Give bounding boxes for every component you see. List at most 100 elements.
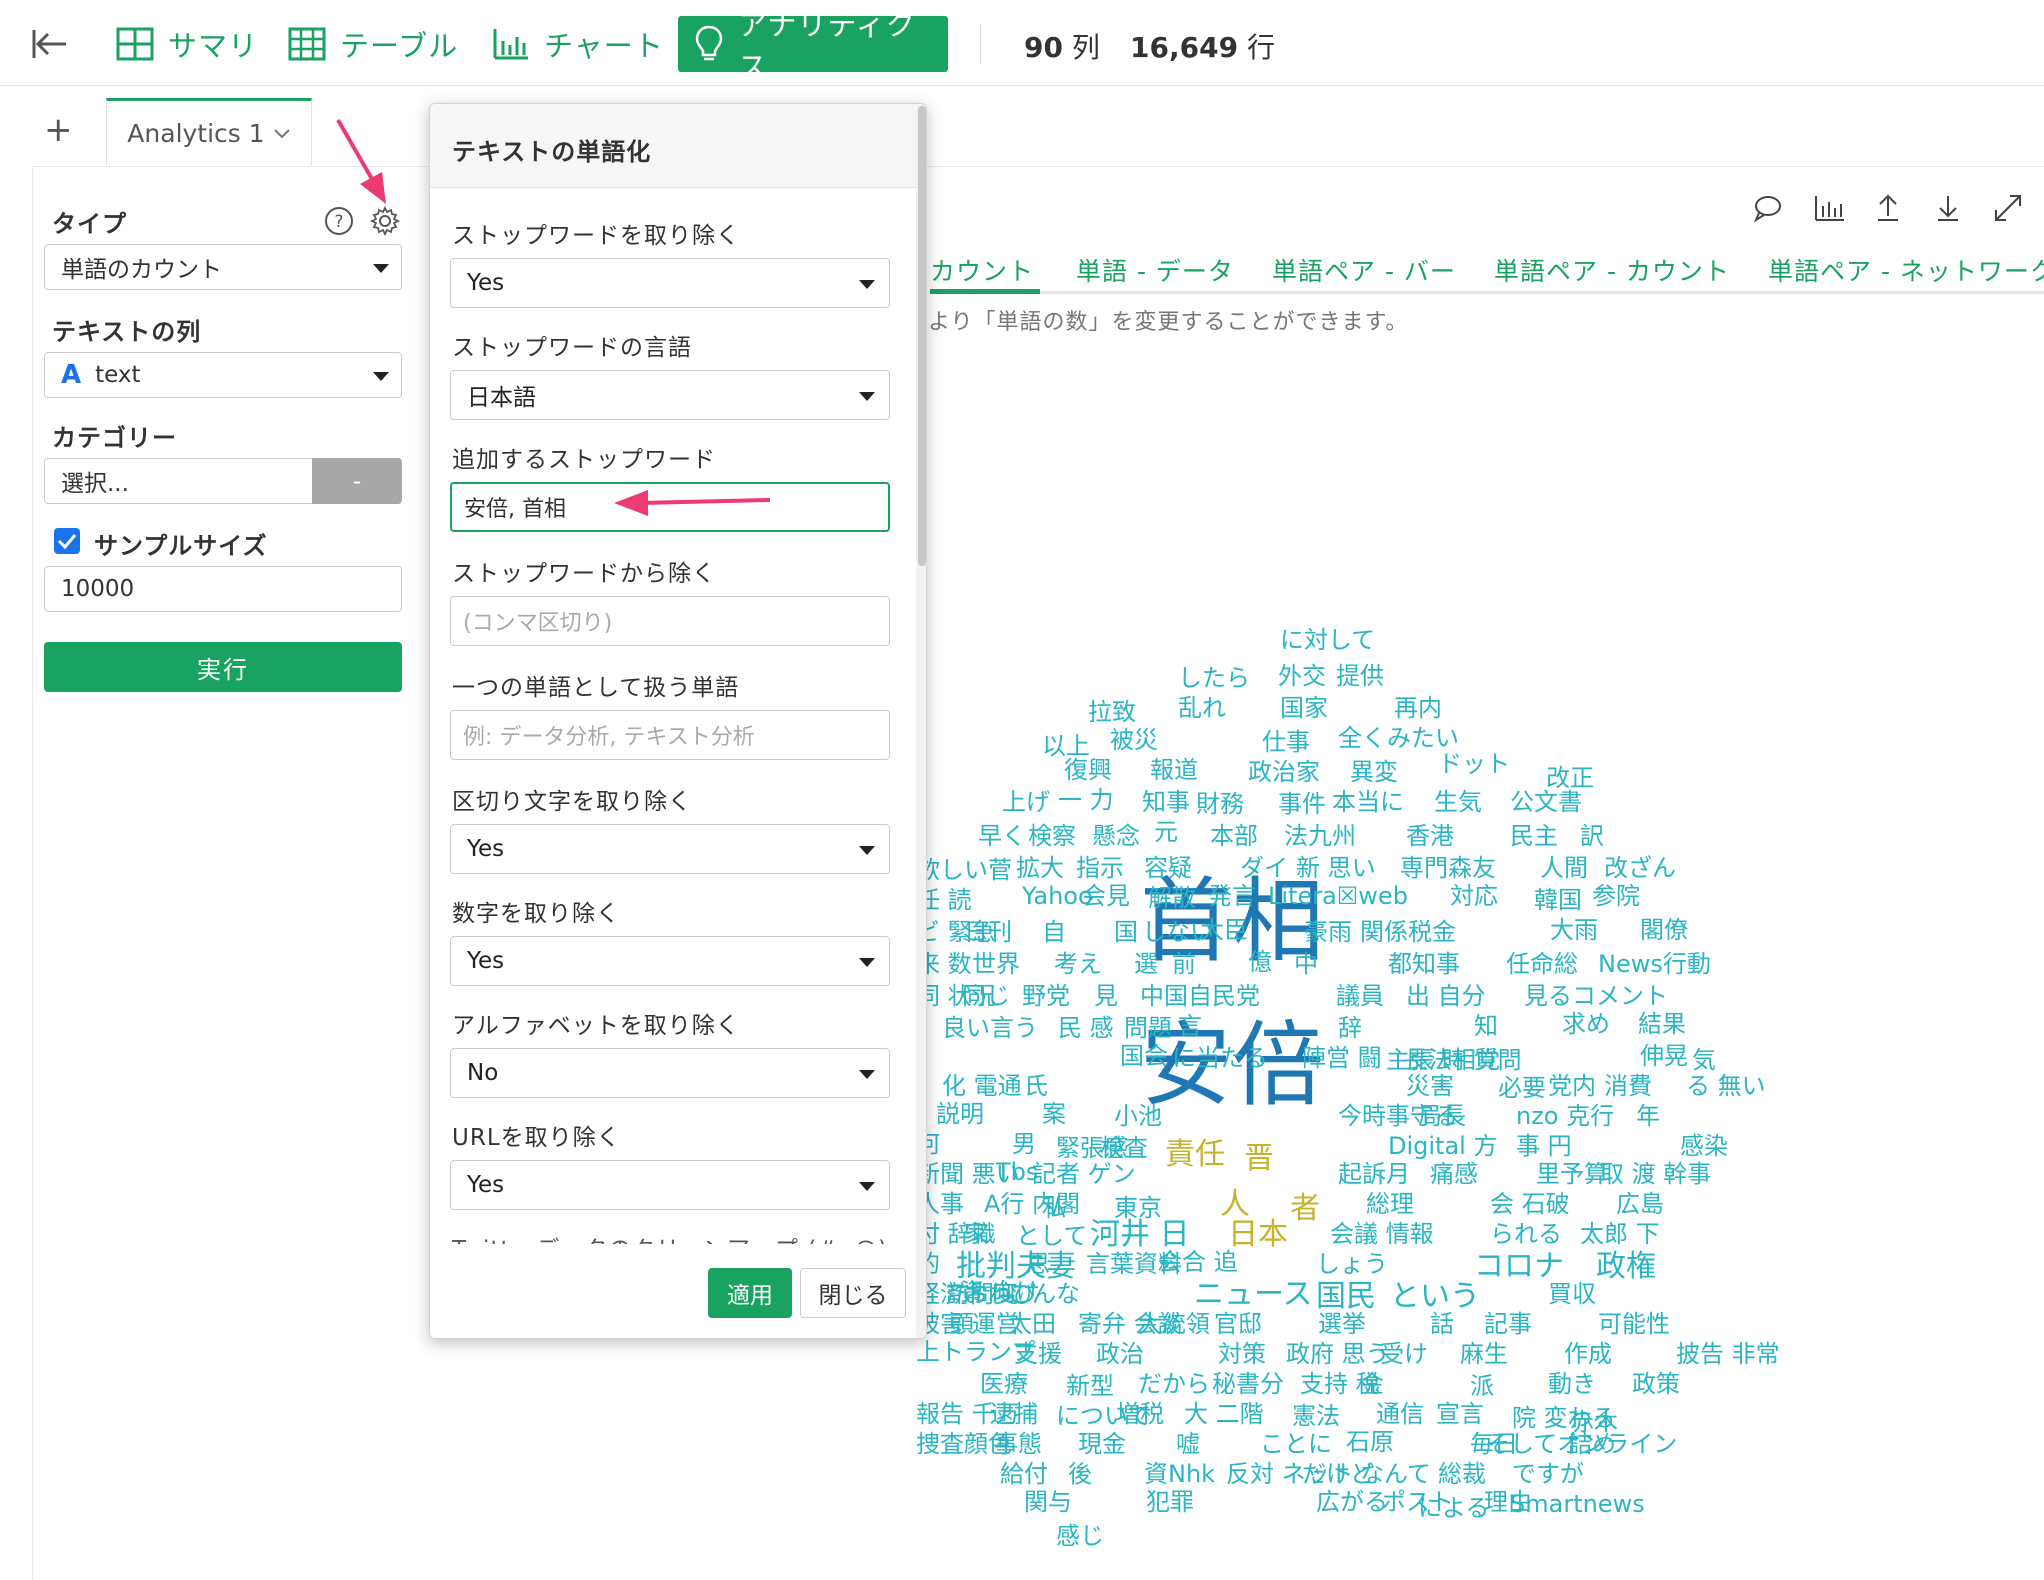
cloud-word: 早く (978, 822, 1026, 850)
tab-word-data[interactable]: 単語 - データ (1076, 252, 1234, 288)
caret-down-icon (859, 280, 875, 289)
caret-down-icon (859, 846, 875, 855)
nav-table-button[interactable]: テーブル (272, 16, 474, 72)
cloud-word: 憲法 (1292, 1402, 1340, 1430)
cloud-word: 総裁 (1438, 1460, 1486, 1488)
tab-word-pair-bar[interactable]: 単語ペア - バー (1272, 252, 1456, 288)
cloud-word: 拡大 (1016, 854, 1064, 882)
cloud-word: 家 (964, 1220, 988, 1248)
cloud-word: ドット (1438, 750, 1510, 778)
cloud-word: 億 (1248, 948, 1272, 976)
cloud-word: 主張 (1386, 1046, 1434, 1074)
cloud-word: だから (1138, 1370, 1210, 1398)
cloud-word: 男 (1012, 1130, 1036, 1158)
cloud-word: 大臣 (1200, 916, 1248, 944)
cloud-word: nzo 克行 (1516, 1102, 1615, 1130)
text-type-icon: A (61, 360, 82, 390)
help-icon[interactable]: ? (324, 206, 354, 236)
cloud-word: 知 (1474, 1012, 1498, 1040)
expand-icon[interactable] (1990, 190, 2026, 226)
type-select[interactable]: 単語のカウント (44, 244, 402, 290)
cloud-word: 河井 日 (1090, 1217, 1190, 1252)
remove-url-select[interactable]: Yes (450, 1160, 890, 1210)
run-button[interactable]: 実行 (44, 642, 402, 692)
caret-down-icon (859, 1182, 875, 1191)
chart-icon[interactable] (1812, 190, 1848, 226)
dialog-scrollbar-thumb[interactable] (918, 106, 926, 566)
tab-analytics-1[interactable]: Analytics 1 (106, 98, 312, 166)
nav-chart-label: チャート (544, 29, 664, 63)
gear-icon[interactable] (370, 206, 400, 236)
cloud-word: 派 (1470, 1372, 1494, 1400)
hint-text: より「単語の数」を変更することができます。 (928, 310, 1409, 335)
cloud-word: 事 円 (1516, 1132, 1572, 1160)
cloud-word: 議員 (1336, 982, 1384, 1010)
cloud-word: 通信 (1376, 1400, 1424, 1428)
close-button[interactable]: 閉じる (800, 1268, 906, 1318)
cloud-word: 金 (1360, 1370, 1384, 1398)
cloud-word: 宣言 (1436, 1400, 1484, 1428)
remove-numbers-select[interactable]: Yes (450, 936, 890, 986)
add-tab-button[interactable]: + (44, 110, 73, 150)
cloud-word: に当たる (1172, 1044, 1268, 1072)
cloud-word: 石原 (1346, 1428, 1394, 1456)
category-clear-button[interactable]: - (312, 458, 402, 504)
cloud-word: 作成 (1564, 1340, 1612, 1368)
caret-down-icon (859, 392, 875, 401)
word-cloud: 首相 安倍 責任晋者人日本 に対して したら 外交 提供 拉致 乱れ 国家 再内 以上 被災 仕事 全くみた… (900, 620, 2044, 1580)
download-icon[interactable] (1930, 190, 1966, 226)
nav-analytics-button[interactable]: アナリティクス (678, 8, 948, 84)
upload-icon[interactable] (1870, 190, 1906, 226)
remove-url-value: Yes (467, 1172, 505, 1198)
cloud-word: 太田 (1008, 1310, 1056, 1338)
cloud-word: 指示 (1076, 854, 1124, 882)
compound-words-input[interactable]: 例: データ分析, テキスト分析 (450, 710, 890, 760)
remove-stopwords-select[interactable]: Yes (450, 258, 890, 308)
category-select[interactable]: 選択... (44, 458, 314, 504)
nav-summary-button[interactable]: サマリ (100, 16, 274, 72)
stopword-language-select[interactable]: 日本語 (450, 370, 890, 420)
cloud-word: 思 (1026, 1250, 1050, 1278)
comment-icon[interactable] (1750, 190, 1786, 226)
tab-label: Analytics 1 (127, 119, 265, 148)
nav-chart-button[interactable]: チャート (476, 16, 680, 72)
cloud-word: 政治 (1096, 1340, 1144, 1368)
cloud-word: 逮捕 (990, 1400, 1038, 1428)
cloud-word: 感じ (1056, 1522, 1104, 1550)
cloud-word: 同じ (962, 982, 1010, 1010)
cloud-word: なんて (1360, 1460, 1431, 1488)
cloud-word: 中 (1294, 950, 1318, 978)
add-stopwords-input[interactable]: 安倍, 首相 (450, 482, 890, 532)
dialog-footer: 適用 閉じる (430, 1244, 916, 1338)
remove-alphabet-select[interactable]: No (450, 1048, 890, 1098)
tab-word-pair-count[interactable]: 単語ペア - カウント (1494, 252, 1730, 288)
cloud-word: 後 (1068, 1460, 1092, 1488)
remove-punctuation-value: Yes (467, 836, 505, 862)
cloud-word: 政治家 (1248, 758, 1320, 786)
text-column-select[interactable]: A text (44, 352, 402, 398)
lightbulb-icon (695, 25, 723, 61)
cloud-word: 化 電通 (942, 1072, 1022, 1100)
tab-word-count[interactable]: カウント (930, 252, 1034, 288)
chart-tabs-underline (930, 291, 2044, 294)
cloud-word: 問題 (1124, 1014, 1172, 1042)
cloud-word: 本当に (1332, 788, 1404, 816)
sample-size-checkbox[interactable] (54, 528, 80, 554)
cloud-word: 災害 (1406, 1072, 1454, 1100)
exclude-stopwords-input[interactable]: (コンマ区切り) (450, 596, 890, 646)
remove-alphabet-label: アルファベットを取り除く (452, 1013, 740, 1039)
collapse-left-icon[interactable] (30, 24, 70, 64)
cloud-word: 大雨 (1550, 916, 1598, 944)
cloud-word: こんな (1008, 1280, 1080, 1308)
tab-word-pair-network[interactable]: 単語ペア - ネットワーク (1768, 252, 2044, 288)
cloud-word: という (1390, 1279, 1480, 1314)
remove-punctuation-select[interactable]: Yes (450, 824, 890, 874)
cloud-word: 局長 (1418, 1102, 1466, 1130)
apply-button[interactable]: 適用 (708, 1268, 792, 1318)
cloud-word: 太郎 下 (1580, 1220, 1660, 1248)
cloud-word: 公文書 (1510, 788, 1582, 816)
cloud-word: 任命総 (1506, 950, 1578, 978)
sample-size-input[interactable]: 10000 (44, 566, 402, 612)
add-stopwords-label: 追加するストップワード (452, 447, 716, 473)
cloud-word: 晋 (1244, 1141, 1274, 1176)
